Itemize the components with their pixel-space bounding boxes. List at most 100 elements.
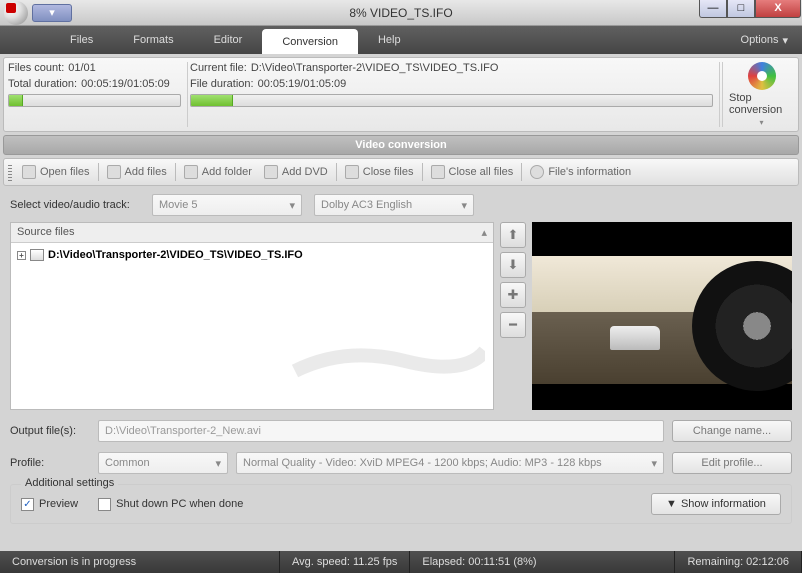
file-info-button[interactable]: File's information (524, 165, 637, 179)
add-files-button[interactable]: Add files (101, 165, 173, 179)
shutdown-checkbox-label: Shut down PC when done (116, 498, 243, 510)
current-file-label: Current file: (190, 62, 247, 74)
move-down-button[interactable]: ⬇ (500, 252, 526, 278)
show-info-label: Show information (681, 498, 766, 510)
statusbar: Conversion is in progress Avg. speed: 11… (0, 551, 802, 573)
shutdown-checkbox[interactable]: Shut down PC when done (98, 498, 243, 511)
close-file-icon (345, 165, 359, 179)
menu-files[interactable]: Files (50, 26, 113, 54)
total-duration-value: 00:05:19/01:05:09 (81, 78, 170, 90)
app-icon (4, 1, 28, 25)
open-files-label: Open files (40, 166, 90, 178)
close-button[interactable]: X (755, 0, 801, 18)
source-item[interactable]: + D:\Video\Transporter-2\VIDEO_TS\VIDEO_… (15, 247, 489, 263)
files-count-value: 01/01 (68, 62, 96, 74)
overall-progress-bar (8, 94, 181, 107)
main-panel: Select video/audio track: Movie 5 Dolby … (0, 186, 802, 532)
chevron-down-icon: ▾ (759, 118, 763, 127)
menubar: Files Formats Editor Conversion Help Opt… (0, 26, 802, 54)
profile-detail-select[interactable]: Normal Quality - Video: XviD MPEG4 - 120… (236, 452, 664, 474)
files-count-label: Files count: (8, 62, 64, 74)
add-folder-label: Add folder (202, 166, 252, 178)
current-file-value: D:\Video\Transporter-2\VIDEO_TS\VIDEO_TS… (251, 62, 499, 74)
change-name-button[interactable]: Change name... (672, 420, 792, 442)
stop-conversion-button[interactable]: Stop conversion ▾ (722, 62, 794, 127)
add-files-label: Add files (125, 166, 167, 178)
status-remaining: Remaining: 02:12:06 (675, 551, 802, 573)
chevron-down-icon: ▾ (782, 34, 788, 47)
checkbox-icon: ✓ (21, 498, 34, 511)
remove-item-button[interactable]: ━ (500, 312, 526, 338)
add-dvd-label: Add DVD (282, 166, 328, 178)
status-state: Conversion is in progress (0, 551, 280, 573)
close-files-button[interactable]: Close files (339, 165, 420, 179)
output-file-input[interactable] (98, 420, 664, 442)
preview-checkbox-label: Preview (39, 498, 78, 510)
status-avg-speed: Avg. speed: 11.25 fps (280, 551, 410, 573)
menu-conversion[interactable]: Conversion (262, 29, 358, 54)
total-duration-label: Total duration: (8, 78, 77, 90)
app-menu-dropdown[interactable]: ▾ (32, 4, 72, 22)
video-preview (532, 222, 792, 410)
titlebar: ▾ 8% VIDEO_TS.IFO — □ X (0, 0, 802, 26)
window-title: 8% VIDEO_TS.IFO (349, 6, 452, 20)
audio-track-value: Dolby AC3 English (321, 199, 412, 211)
menu-help[interactable]: Help (358, 26, 421, 54)
close-all-icon (431, 165, 445, 179)
source-item-path: D:\Video\Transporter-2\VIDEO_TS\VIDEO_TS… (48, 249, 303, 261)
add-folder-button[interactable]: Add folder (178, 165, 258, 179)
add-file-icon (107, 165, 121, 179)
additional-settings-group: Additional settings ✓ Preview Shut down … (10, 484, 792, 524)
menu-formats[interactable]: Formats (113, 26, 193, 54)
dvd-icon (264, 165, 278, 179)
source-files-panel: Source files ▴ + D:\Video\Transporter-2\… (10, 222, 494, 410)
options-label: Options (741, 34, 779, 46)
preview-checkbox[interactable]: ✓ Preview (21, 498, 78, 511)
audio-track-select[interactable]: Dolby AC3 English (314, 194, 474, 216)
show-information-button[interactable]: ▼ Show information (651, 493, 781, 515)
track-select-label: Select video/audio track: (10, 199, 140, 211)
window-controls: — □ X (699, 0, 801, 18)
minimize-button[interactable]: — (699, 0, 727, 18)
toolbar-grip-icon (8, 163, 12, 181)
close-files-label: Close files (363, 166, 414, 178)
open-files-button[interactable]: Open files (16, 165, 96, 179)
file-progress-bar (190, 94, 713, 107)
video-track-select[interactable]: Movie 5 (152, 194, 302, 216)
settings-title: Additional settings (21, 477, 118, 489)
add-item-button[interactable]: ✚ (500, 282, 526, 308)
edit-profile-button[interactable]: Edit profile... (672, 452, 792, 474)
add-dvd-button[interactable]: Add DVD (258, 165, 334, 179)
profile-label: Profile: (10, 457, 90, 469)
status-elapsed: Elapsed: 00:11:51 (8%) (410, 551, 675, 573)
list-controls: ⬆ ⬇ ✚ ━ (500, 222, 526, 410)
maximize-button[interactable]: □ (727, 0, 755, 18)
add-folder-icon (184, 165, 198, 179)
profile-group-value: Common (105, 457, 150, 469)
video-file-icon (30, 249, 44, 261)
collapse-icon[interactable]: ▴ (481, 226, 487, 239)
expand-icon[interactable]: + (17, 251, 26, 260)
folder-open-icon (22, 165, 36, 179)
filmstrip-decoration-icon (285, 341, 485, 401)
conversion-banner: Video conversion (3, 135, 799, 155)
file-duration-label: File duration: (190, 78, 254, 90)
menu-editor[interactable]: Editor (194, 26, 263, 54)
options-button[interactable]: Options ▾ (727, 26, 802, 54)
source-header-label: Source files (17, 226, 74, 239)
close-all-label: Close all files (449, 166, 514, 178)
move-up-button[interactable]: ⬆ (500, 222, 526, 248)
stop-icon (748, 62, 776, 90)
file-duration-value: 00:05:19/01:05:09 (258, 78, 347, 90)
file-toolbar: Open files Add files Add folder Add DVD … (3, 158, 799, 186)
output-file-label: Output file(s): (10, 425, 90, 437)
video-track-value: Movie 5 (159, 199, 198, 211)
close-all-files-button[interactable]: Close all files (425, 165, 520, 179)
profile-group-select[interactable]: Common (98, 452, 228, 474)
file-info-label: File's information (548, 166, 631, 178)
checkbox-icon (98, 498, 111, 511)
info-icon (530, 165, 544, 179)
stop-label: Stop conversion (729, 92, 794, 116)
progress-panel: Files count: 01/01 Total duration: 00:05… (3, 57, 799, 132)
profile-detail-value: Normal Quality - Video: XviD MPEG4 - 120… (243, 457, 602, 469)
